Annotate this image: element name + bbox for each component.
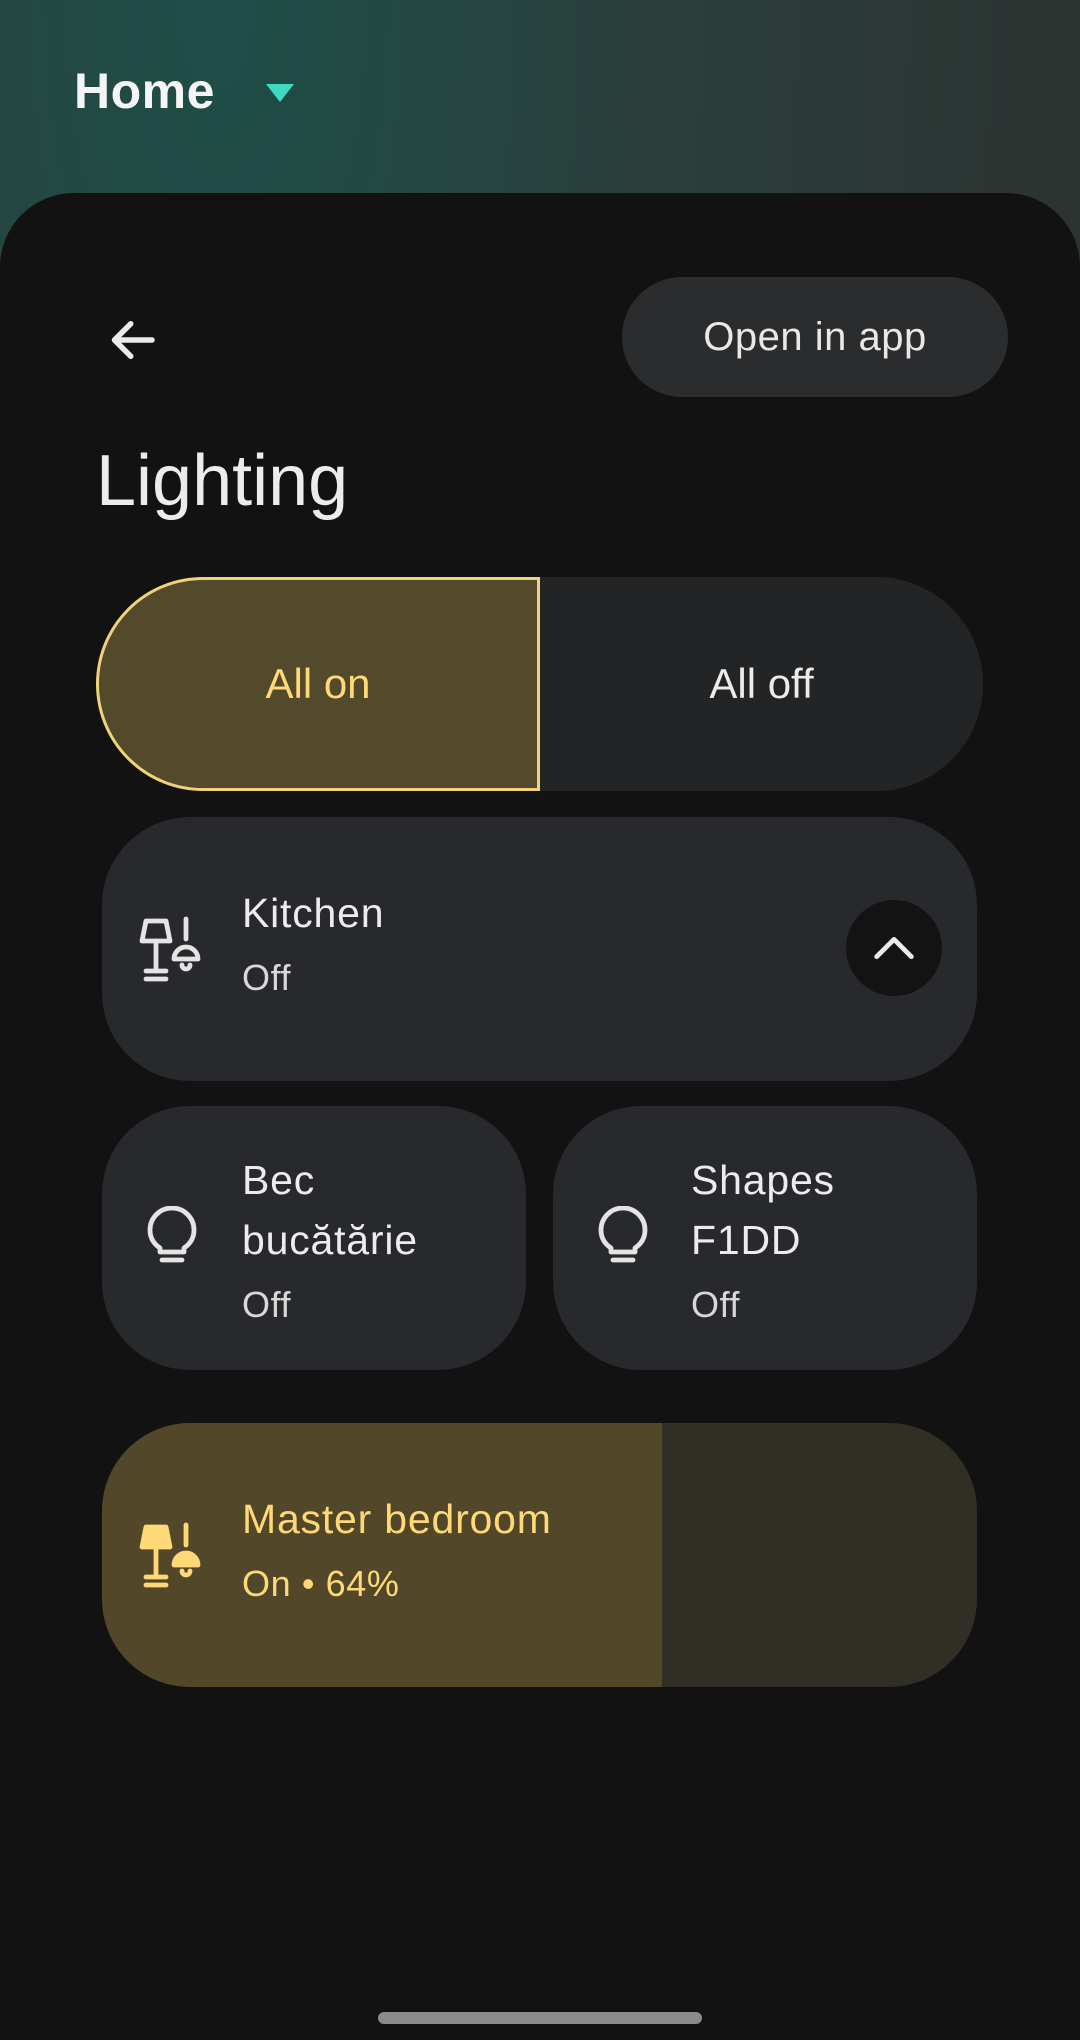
all-off-button[interactable]: All off [540,577,983,791]
bec-status: Off [242,1284,292,1325]
master-bedroom-name: Master bedroom [242,1496,552,1542]
page-title: Lighting [96,441,349,521]
lamp-group-icon [139,1522,201,1588]
all-on-button[interactable]: All on [96,577,540,791]
gesture-nav-handle[interactable] [378,2012,702,2024]
home-selector-label[interactable]: Home [74,62,215,120]
shapes-name-line1: Shapes [691,1157,835,1203]
master-bedroom-slider-card[interactable]: Master bedroom On • 64% [102,1423,977,1687]
arrow-left-icon [111,321,155,359]
collapse-button[interactable] [846,900,942,996]
top-bar: Home [0,0,1080,200]
open-in-app-button[interactable]: Open in app [622,277,1008,397]
chevron-up-icon [874,936,914,960]
shapes-f1dd-tile[interactable]: Shapes F1DD Off [553,1106,977,1370]
kitchen-name: Kitchen [242,890,385,936]
bec-name-line2: bucătărie [242,1217,418,1263]
bec-name-line1: Bec [242,1157,316,1203]
shapes-status: Off [691,1284,741,1325]
master-bedroom-status: On • 64% [242,1563,400,1604]
kitchen-status: Off [242,957,292,998]
shapes-name-line2: F1DD [691,1217,802,1263]
bec-bucatarie-tile[interactable]: Bec bucătărie Off [102,1106,526,1370]
dropdown-caret-icon[interactable] [266,84,294,102]
lightbulb-icon [598,1206,648,1263]
back-button[interactable] [92,300,172,380]
lamp-group-icon [139,916,201,982]
lightbulb-icon [147,1206,197,1263]
